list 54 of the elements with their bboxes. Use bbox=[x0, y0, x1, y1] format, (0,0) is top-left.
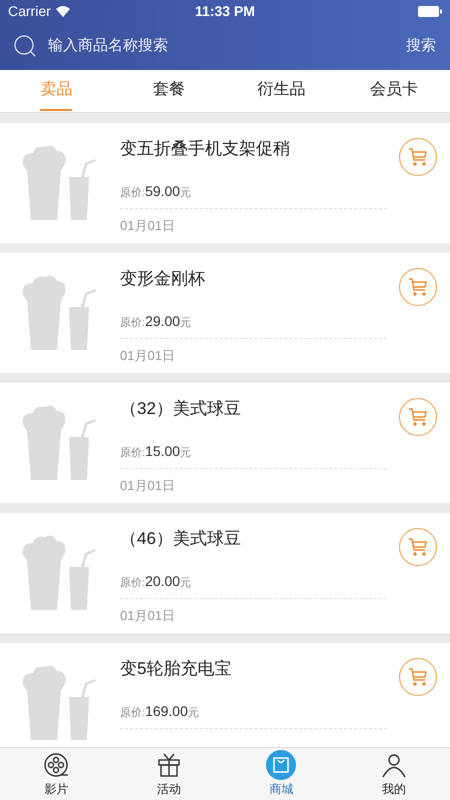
add-to-cart-button[interactable] bbox=[399, 398, 437, 436]
add-to-cart-button[interactable] bbox=[399, 658, 437, 696]
nav-tab[interactable]: 影片 bbox=[0, 748, 112, 800]
price-value: 20.00 bbox=[145, 572, 180, 591]
price-label: 原价: bbox=[120, 576, 146, 591]
category-tab[interactable]: 衍生品 bbox=[225, 70, 338, 112]
product-card[interactable]: 变形金刚杯 原价:29.00元 01月01日 bbox=[0, 253, 450, 373]
product-name: （46）美式球豆 bbox=[120, 528, 242, 550]
product-card[interactable]: 变5轮胎充电宝 原价:169.00元 bbox=[0, 643, 450, 747]
search-icon bbox=[14, 35, 36, 57]
price-unit: 元 bbox=[188, 706, 199, 721]
nav-tab[interactable]: 我的 bbox=[338, 748, 450, 800]
status-time: 11:33 PM bbox=[195, 2, 255, 20]
price-label: 原价: bbox=[120, 316, 146, 331]
product-name: 变五折叠手机支架促稍 bbox=[120, 138, 291, 160]
battery-icon bbox=[418, 6, 442, 16]
product-date: 01月01日 bbox=[120, 217, 175, 236]
shopping-bag-icon bbox=[266, 750, 296, 780]
price-label: 原价: bbox=[120, 706, 146, 721]
cart-icon bbox=[408, 538, 428, 556]
price-unit: 元 bbox=[180, 316, 192, 331]
wifi-icon bbox=[56, 6, 70, 16]
price-unit: 元 bbox=[180, 186, 192, 201]
price-label: 原价: bbox=[120, 186, 146, 201]
search-button[interactable]: 搜索 bbox=[406, 34, 436, 58]
price-label: 原价: bbox=[120, 446, 146, 461]
product-name: （32）美式球豆 bbox=[120, 398, 242, 420]
price-value: 59.00 bbox=[145, 182, 180, 201]
product-name: 变形金刚杯 bbox=[120, 268, 206, 290]
nav-tab[interactable]: 活动 bbox=[112, 748, 225, 800]
product-card[interactable]: （46）美式球豆 原价:20.00元 01月01日 bbox=[0, 513, 450, 633]
price-value: 169.00 bbox=[145, 702, 188, 721]
product-date: 01月01日 bbox=[120, 347, 175, 366]
category-tab[interactable]: 套餐 bbox=[112, 70, 225, 112]
product-card[interactable]: （32）美式球豆 原价:15.00元 01月01日 bbox=[0, 383, 450, 503]
add-to-cart-button[interactable] bbox=[399, 528, 437, 566]
add-to-cart-button[interactable] bbox=[399, 138, 437, 176]
product-date: 01月01日 bbox=[120, 607, 175, 626]
product-date: 01月01日 bbox=[120, 477, 175, 496]
carrier-label: Carrier bbox=[8, 2, 51, 20]
cart-icon bbox=[408, 668, 428, 686]
price-value: 15.00 bbox=[145, 442, 180, 461]
price-unit: 元 bbox=[180, 446, 192, 461]
price-unit: 元 bbox=[180, 576, 192, 591]
nav-tab[interactable]: 商城 bbox=[225, 748, 338, 800]
price-value: 29.00 bbox=[145, 312, 180, 331]
search-field[interactable]: 输入商品名称搜索 bbox=[48, 34, 394, 58]
category-tab[interactable]: 会员卡 bbox=[338, 70, 450, 112]
product-card[interactable]: 变五折叠手机支架促稍 原价:59.00元 01月01日 bbox=[0, 123, 450, 243]
cart-icon bbox=[408, 148, 428, 166]
cart-icon bbox=[408, 408, 428, 426]
cart-icon bbox=[408, 278, 428, 296]
add-to-cart-button[interactable] bbox=[399, 268, 437, 306]
product-name: 变5轮胎充电宝 bbox=[120, 658, 232, 680]
